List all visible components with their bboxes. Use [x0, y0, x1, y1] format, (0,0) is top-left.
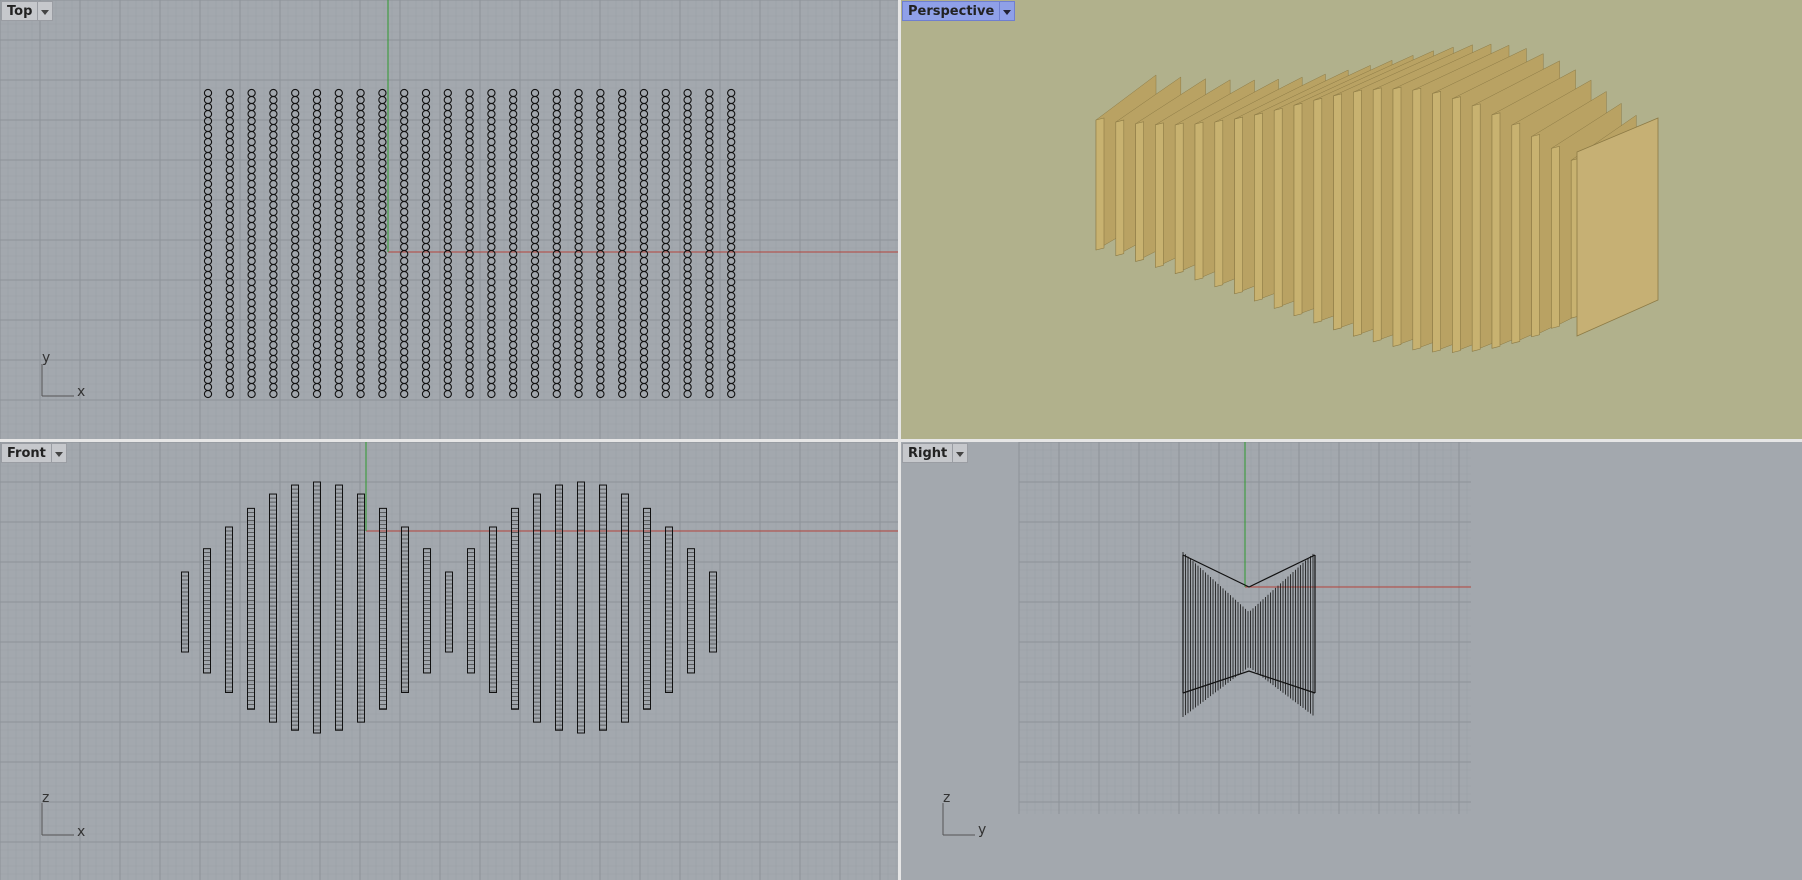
axis-label-y: y	[978, 822, 987, 838]
viewport-top[interactable]: Top y x	[0, 0, 898, 439]
dropdown-arrow-icon[interactable]	[999, 1, 1016, 21]
viewport-label[interactable]: Top	[1, 1, 38, 21]
dropdown-arrow-icon[interactable]	[50, 443, 67, 463]
perspective-view-scene[interactable]	[901, 0, 1802, 439]
viewport-right[interactable]: Right z y	[901, 442, 1802, 880]
dropdown-arrow-icon[interactable]	[37, 1, 54, 21]
viewport-title-front[interactable]: Front	[1, 443, 67, 463]
front-view-scene[interactable]	[0, 442, 898, 880]
viewport-title-top[interactable]: Top	[1, 1, 54, 21]
end-panel	[1576, 117, 1659, 337]
axis-label-z: z	[943, 790, 951, 806]
fin-profile	[181, 571, 189, 653]
viewport-label[interactable]: Right	[902, 443, 953, 463]
dropdown-arrow-icon[interactable]	[952, 443, 969, 463]
right-view-scene[interactable]	[901, 442, 1802, 880]
grid	[0, 0, 898, 439]
viewport-front[interactable]: Front z x	[0, 442, 898, 880]
axis-label-x: x	[77, 384, 86, 400]
axis-label-z: z	[42, 790, 50, 806]
viewport-title-right[interactable]: Right	[902, 443, 969, 463]
fin-profile	[445, 571, 453, 653]
viewport-label[interactable]: Front	[1, 443, 51, 463]
viewport-label[interactable]: Perspective	[902, 1, 1000, 21]
axis-label-x: x	[77, 824, 86, 840]
grid	[901, 442, 1802, 880]
axis-label-y: y	[42, 350, 51, 366]
viewport-title-perspective[interactable]: Perspective	[902, 1, 1016, 21]
grid	[0, 442, 898, 880]
viewport-perspective[interactable]: Perspective	[901, 0, 1802, 439]
top-view-scene[interactable]	[0, 0, 898, 439]
fin-profile	[709, 571, 717, 653]
